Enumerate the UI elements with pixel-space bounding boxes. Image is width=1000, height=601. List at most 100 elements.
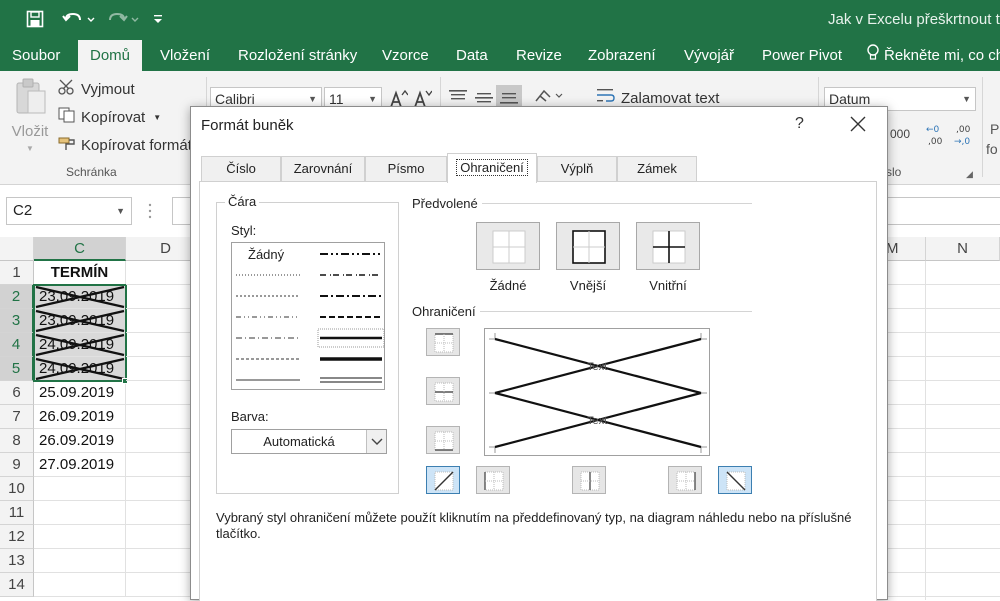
preset-inside-button[interactable]: [636, 222, 700, 270]
cut-button[interactable]: Vyjmout: [58, 79, 135, 99]
redo-icon[interactable]: [104, 8, 142, 30]
gridline: [925, 261, 926, 600]
row-header[interactable]: 10: [0, 477, 34, 501]
decrease-decimal-button[interactable]: ,00 →,0: [954, 123, 976, 151]
tab-vlozeni[interactable]: Vložení: [150, 40, 220, 71]
cell-c6[interactable]: 25.09.2019: [34, 381, 126, 405]
group-divider: [982, 77, 983, 177]
border-left-button[interactable]: [476, 466, 510, 494]
fill-handle[interactable]: [122, 378, 128, 384]
row-header[interactable]: 12: [0, 525, 34, 549]
border-diagonal-down-button[interactable]: [718, 466, 752, 494]
tab-vyvojar[interactable]: Vývojář: [674, 40, 744, 71]
format-painter-label: Kopírovat formát: [81, 136, 192, 154]
format-painter-button[interactable]: Kopírovat formát: [58, 135, 192, 155]
number-dialog-launcher-icon[interactable]: ◢: [966, 169, 973, 180]
border-top-button[interactable]: [426, 328, 460, 356]
cell-c13[interactable]: [34, 549, 126, 573]
title-bar: Jak v Excelu přeškrtnout te: [0, 0, 1000, 40]
preset-none-label: Žádné: [489, 278, 527, 293]
preset-outline-button[interactable]: [556, 222, 620, 270]
chevron-down-icon: ▼: [26, 144, 34, 153]
tab-zobrazeni[interactable]: Zobrazení: [578, 40, 666, 71]
select-all-corner[interactable]: [0, 237, 34, 261]
tab-zamek[interactable]: Zámek: [617, 156, 697, 182]
number-group-label: slo: [886, 165, 902, 179]
row-header[interactable]: 13: [0, 549, 34, 573]
row-header[interactable]: 1: [0, 261, 34, 285]
styles-group-cutoff: P: [990, 121, 1000, 137]
column-header-n[interactable]: N: [926, 237, 1000, 261]
border-top-icon: [434, 333, 454, 353]
cell-c11[interactable]: [34, 501, 126, 525]
row-header[interactable]: 14: [0, 573, 34, 597]
paste-button[interactable]: Vložit ▼: [8, 77, 52, 167]
preset-none-button[interactable]: [476, 222, 540, 270]
tab-soubor[interactable]: Soubor: [2, 40, 70, 71]
tab-pismo[interactable]: Písmo: [365, 156, 447, 182]
row-header[interactable]: 5: [0, 357, 34, 381]
row-header[interactable]: 9: [0, 453, 34, 477]
tab-zarovnani[interactable]: Zarovnání: [281, 156, 365, 182]
cell-c12[interactable]: [34, 525, 126, 549]
customize-qat-icon[interactable]: [150, 8, 166, 30]
save-icon[interactable]: [24, 8, 46, 30]
increase-decimal-button[interactable]: ←0,00: [926, 123, 948, 151]
dialog-title: Formát buněk: [201, 117, 294, 134]
tab-ohraniceni[interactable]: Ohraničení: [447, 153, 537, 183]
tell-me-box[interactable]: Řekněte mi, co ch: [866, 40, 1000, 71]
tab-vypln[interactable]: Výplň: [537, 156, 617, 182]
diagonal-up-icon: [434, 471, 454, 491]
cell-c8[interactable]: 26.09.2019: [34, 429, 126, 453]
preset-none-icon: [492, 230, 526, 264]
line-style-list[interactable]: Žádný: [231, 242, 385, 390]
border-horizontal-button[interactable]: [426, 377, 460, 405]
border-preview-diagram[interactable]: Text Text: [484, 328, 710, 456]
border-diagonal-up-button[interactable]: [426, 466, 460, 494]
row-header[interactable]: 11: [0, 501, 34, 525]
row-header[interactable]: 6: [0, 381, 34, 405]
border-vertical-button[interactable]: [572, 466, 606, 494]
border-hint-text: Vybraný styl ohraničení můžete použít kl…: [216, 510, 852, 541]
row-header[interactable]: 8: [0, 429, 34, 453]
color-label: Barva:: [231, 409, 269, 424]
border-preview-drawing: [489, 333, 707, 453]
color-select[interactable]: Automatická: [231, 429, 387, 454]
undo-icon[interactable]: [60, 8, 98, 30]
preset-inside-icon: [652, 230, 686, 264]
chevron-down-icon: ▼: [116, 206, 125, 216]
tab-data[interactable]: Data: [446, 40, 498, 71]
row-header[interactable]: 4: [0, 333, 34, 357]
window-title: Jak v Excelu přeškrtnout te: [828, 11, 1000, 28]
clipboard-group-label: Schránka: [66, 165, 117, 179]
help-button[interactable]: ?: [795, 115, 804, 133]
thousands-separator-button[interactable]: 000: [890, 127, 910, 141]
cell-c9[interactable]: 27.09.2019: [34, 453, 126, 477]
preview-text-top: Text: [587, 361, 608, 373]
tab-domu[interactable]: Domů: [78, 40, 143, 71]
name-box[interactable]: C2 ▼: [6, 197, 132, 225]
tab-vzorce[interactable]: Vzorce: [372, 40, 439, 71]
column-header-c[interactable]: C: [34, 237, 126, 261]
cell-c7[interactable]: 26.09.2019: [34, 405, 126, 429]
column-header-m[interactable]: M: [886, 237, 926, 261]
cell-c1[interactable]: TERMÍN: [34, 261, 126, 285]
border-bottom-button[interactable]: [426, 426, 460, 454]
row-header[interactable]: 3: [0, 309, 34, 333]
svg-text:,00: ,00: [928, 137, 943, 147]
cell-c10[interactable]: [34, 477, 126, 501]
cut-label: Vyjmout: [81, 80, 135, 98]
row-header[interactable]: 7: [0, 405, 34, 429]
diagonal-down-icon: [726, 471, 746, 491]
tab-revize[interactable]: Revize: [506, 40, 572, 71]
line-style-samples[interactable]: [232, 243, 386, 391]
tab-power-pivot[interactable]: Power Pivot: [752, 40, 852, 71]
border-right-button[interactable]: [668, 466, 702, 494]
close-icon[interactable]: [847, 113, 869, 135]
row-header[interactable]: 2: [0, 285, 34, 309]
copy-button[interactable]: Kopírovat ▼: [58, 107, 161, 127]
tab-cislo[interactable]: Číslo: [201, 156, 281, 182]
tell-me-text: Řekněte mi, co ch: [884, 47, 1000, 64]
tab-rozlozeni-stranky[interactable]: Rozložení stránky: [228, 40, 367, 71]
cell-c14[interactable]: [34, 573, 126, 597]
